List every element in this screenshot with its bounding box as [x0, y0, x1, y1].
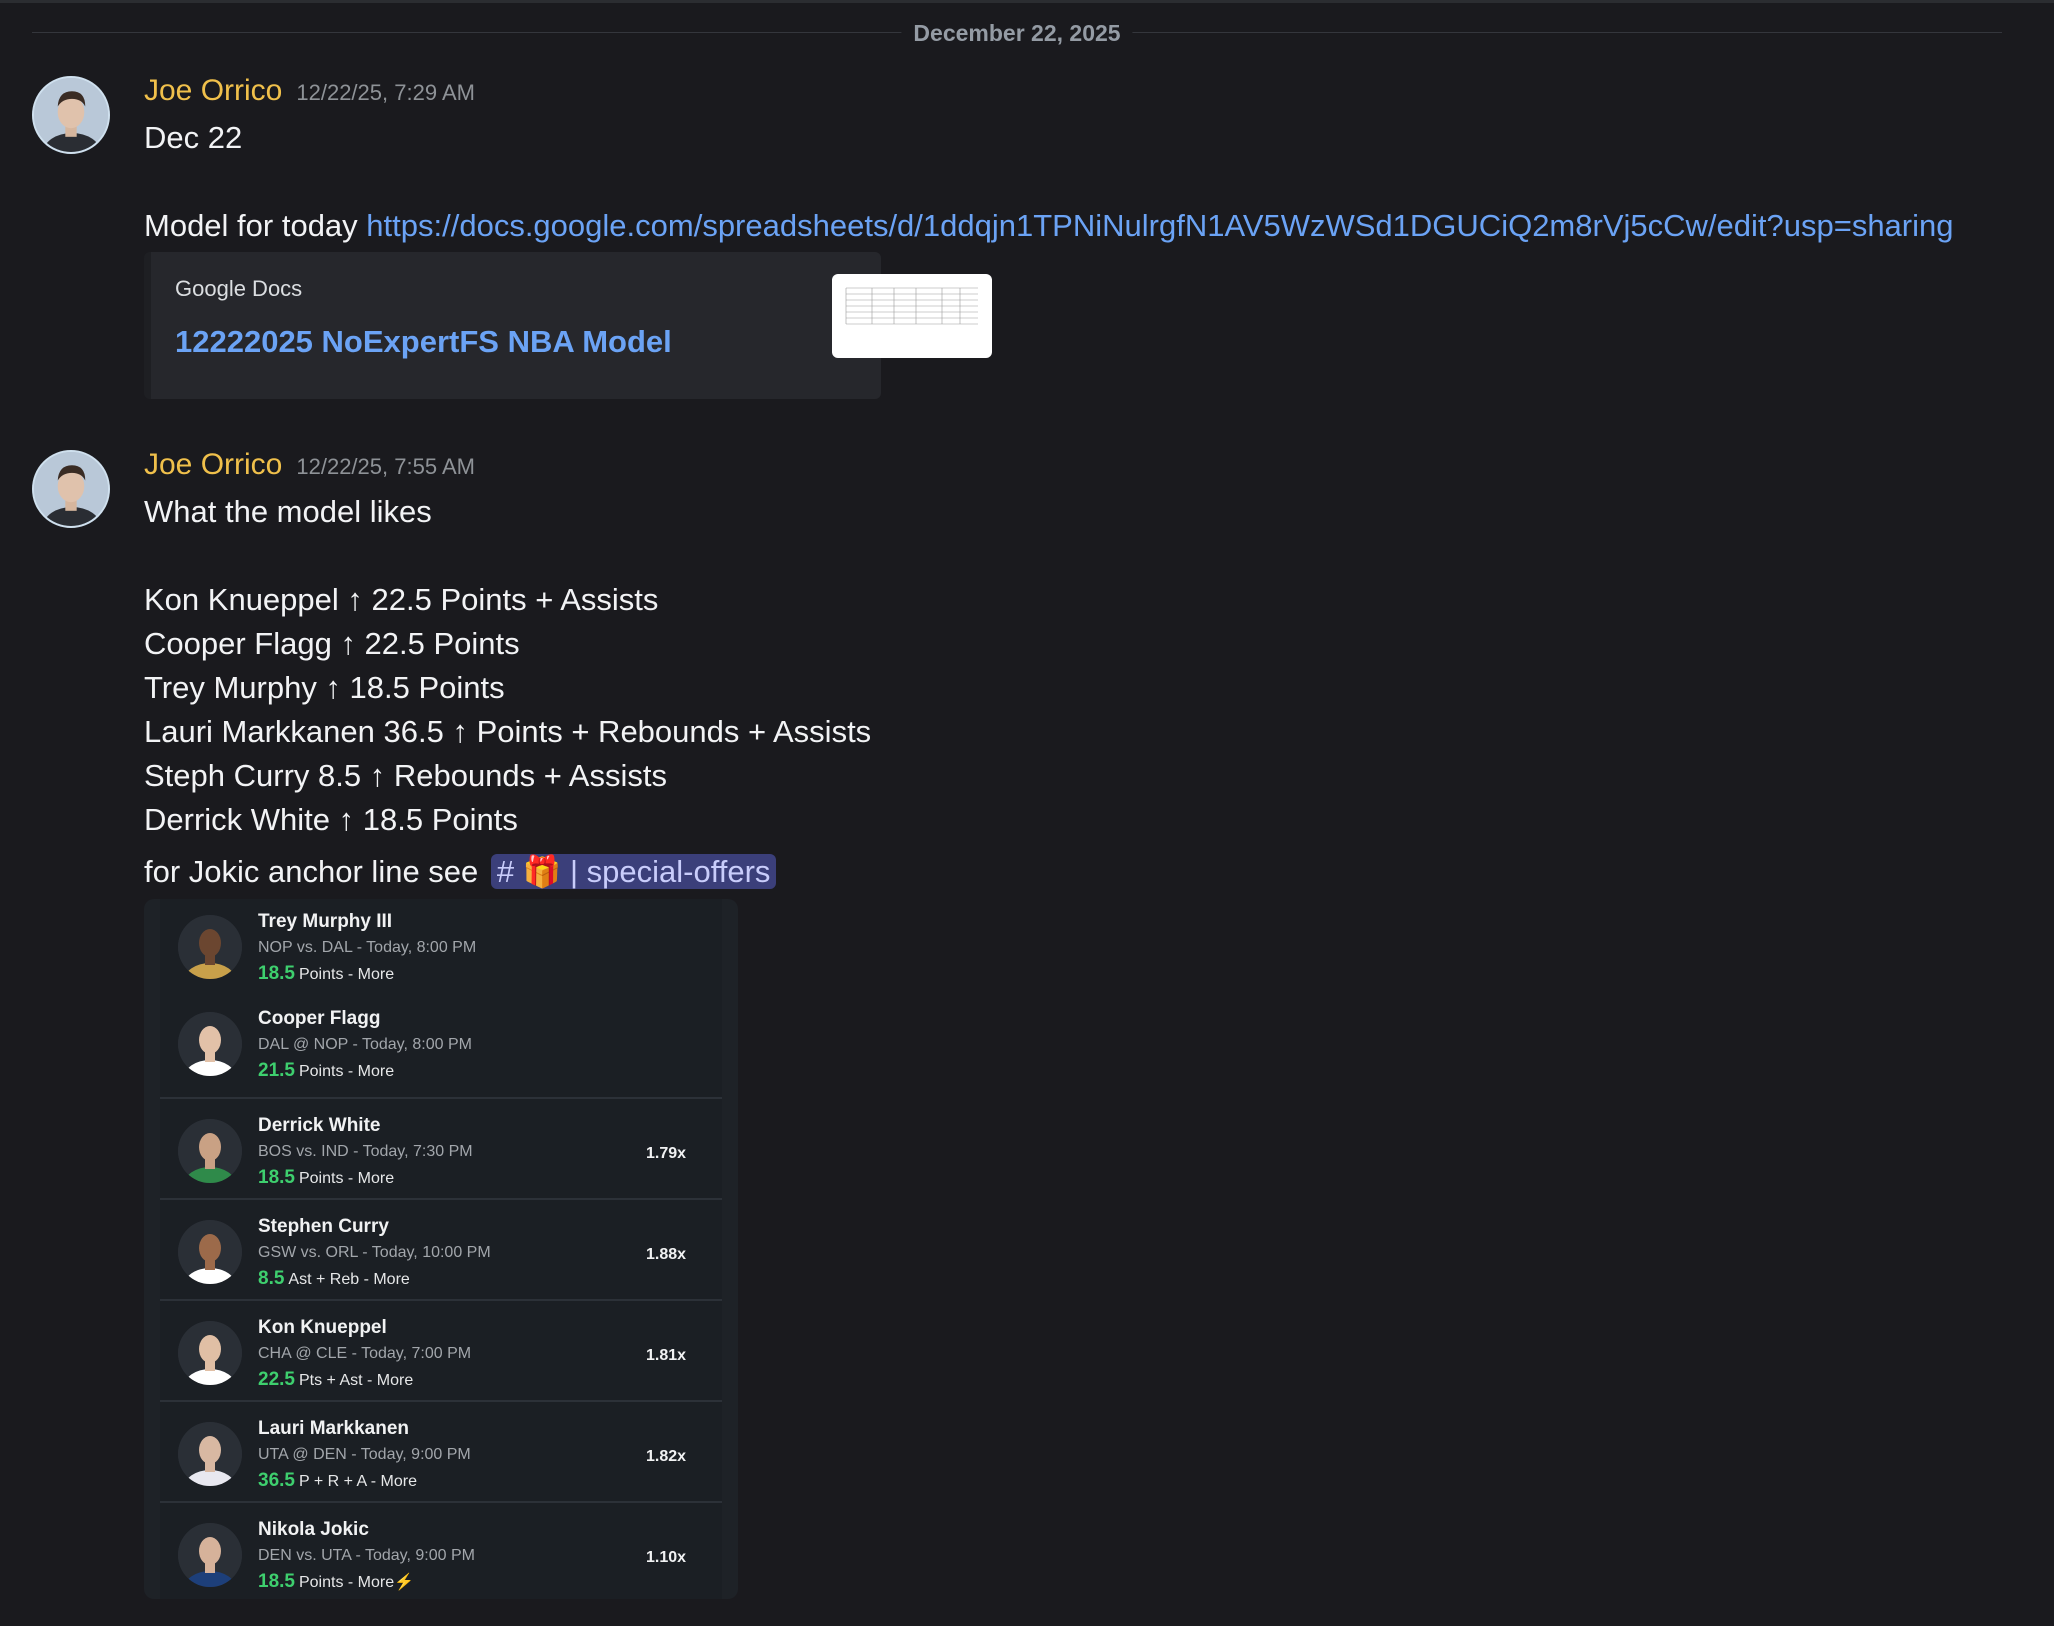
multiplier: 1.79x: [646, 1145, 687, 1162]
game-info: DEN vs. UTA - Today, 9:00 PM: [258, 1547, 475, 1564]
message-text: for Jokic anchor line see # 🎁 | special-…: [144, 852, 777, 892]
message-text-prefix: Model for today: [144, 208, 367, 243]
player-name: Nikola Jokic: [258, 1519, 369, 1540]
prop-value: 18.5: [258, 1167, 295, 1188]
player-headshot-icon: [178, 1220, 242, 1284]
avatar[interactable]: [32, 450, 110, 528]
message-text: Dec 22: [144, 120, 243, 155]
prop-stat: Points - More: [298, 966, 395, 983]
message-header: Joe Orrico 12/22/25, 7:29 AM: [144, 74, 475, 108]
author-name[interactable]: Joe Orrico: [144, 448, 282, 481]
player-headshot: [178, 1523, 242, 1587]
spreadsheet-thumbnail-icon: [845, 287, 978, 325]
embed-title-link[interactable]: 12222025 NoExpertFS NBA Model: [175, 324, 672, 360]
prop-value: 22.5: [258, 1369, 295, 1390]
player-name: Cooper Flagg: [258, 1008, 381, 1029]
timestamp: 12/22/25, 7:55 AM: [296, 454, 475, 479]
prop-line: 18.5 Points - More: [258, 963, 394, 985]
top-border: [0, 0, 2054, 3]
game-info: CHA @ CLE - Today, 7:00 PM: [258, 1345, 472, 1362]
player-headshot: [178, 1220, 242, 1284]
prop-value: 18.5: [258, 963, 295, 984]
multiplier: 1.88x: [646, 1246, 687, 1263]
player-headshot: [178, 915, 242, 979]
pick-row: Derrick White BOS vs. IND - Today, 7:30 P…: [160, 1097, 722, 1197]
pick-row: Trey Murphy III NOP vs. DAL - Today, 8:00…: [160, 899, 722, 999]
pick-row: Cooper Flagg DAL @ NOP - Today, 8:00 PM 21…: [160, 996, 722, 1096]
avatar-portrait-icon: [34, 452, 108, 526]
timestamp: 12/22/25, 7:29 AM: [296, 80, 475, 105]
prop-stat: Pts + Ast - More: [298, 1372, 414, 1389]
pick-line: Steph Curry 8.5 ↑ Rebounds + Assists: [144, 758, 667, 793]
message-text: What the model likes: [144, 494, 432, 529]
player-headshot-icon: [178, 1119, 242, 1183]
picks-card-image[interactable]: Trey Murphy III NOP vs. DAL - Today, 8:00…: [144, 899, 738, 1599]
player-name: Lauri Markkanen: [258, 1418, 409, 1439]
game-info: NOP vs. DAL - Today, 8:00 PM: [258, 939, 477, 956]
game-info: DAL @ NOP - Today, 8:00 PM: [258, 1036, 472, 1053]
pick-line: Kon Knueppel ↑ 22.5 Points + Assists: [144, 582, 659, 617]
pick-row: Kon Knueppel CHA @ CLE - Today, 7:00 PM 22…: [160, 1299, 722, 1399]
player-headshot-icon: [178, 915, 242, 979]
jokic-text: for Jokic anchor line see: [144, 854, 487, 889]
prop-line: 22.5 Pts + Ast - More: [258, 1369, 413, 1391]
player-name: Trey Murphy III: [258, 911, 393, 932]
date-divider: December 22, 2025: [32, 20, 2002, 46]
prop-line: 18.5 Points - More⚡: [258, 1571, 414, 1593]
message-text: Model for today https://docs.google.com/…: [144, 206, 1954, 246]
embed-provider: Google Docs: [175, 276, 303, 301]
prop-value: 18.5: [258, 1571, 295, 1592]
embed-thumbnail[interactable]: [832, 274, 992, 358]
pick-line: Derrick White ↑ 18.5 Points: [144, 802, 518, 837]
game-info: BOS vs. IND - Today, 7:30 PM: [258, 1143, 473, 1160]
prop-stat: Points - More: [298, 1170, 395, 1187]
player-headshot: [178, 1119, 242, 1183]
prop-line: 8.5 Ast + Reb - More: [258, 1268, 410, 1290]
pick-line: Trey Murphy ↑ 18.5 Points: [144, 670, 505, 705]
player-headshot-icon: [178, 1422, 242, 1486]
prop-value: 21.5: [258, 1060, 295, 1081]
pick-line: Cooper Flagg ↑ 22.5 Points: [144, 626, 520, 661]
player-name: Kon Knueppel: [258, 1317, 387, 1338]
pick-row: Lauri Markkanen UTA @ DEN - Today, 9:00 P…: [160, 1400, 722, 1500]
player-headshot-icon: [178, 1321, 242, 1385]
prop-stat: Ast + Reb - More: [288, 1271, 410, 1288]
pick-line: Lauri Markkanen 36.5 ↑ Points + Rebounds…: [144, 714, 872, 749]
player-headshot-icon: [178, 1012, 242, 1076]
player-headshot-icon: [178, 1523, 242, 1587]
divider-date: December 22, 2025: [901, 20, 1133, 46]
prop-stat: Points - More: [298, 1063, 395, 1080]
multiplier: 1.10x: [646, 1549, 687, 1566]
prop-value: 8.5: [258, 1268, 285, 1289]
player-name: Derrick White: [258, 1115, 381, 1136]
link-embed: Google Docs 12222025 NoExpertFS NBA Mode…: [144, 252, 992, 399]
pick-row: Nikola Jokic DEN vs. UTA - Today, 9:00 PM…: [160, 1501, 722, 1599]
multiplier: 1.82x: [646, 1448, 687, 1465]
avatar[interactable]: [32, 76, 110, 154]
prop-line: 21.5 Points - More: [258, 1060, 394, 1082]
prop-value: 36.5: [258, 1470, 295, 1491]
player-headshot: [178, 1422, 242, 1486]
prop-stat: P + R + A - More: [298, 1473, 417, 1490]
channel-mention[interactable]: # 🎁 | special-offers: [490, 854, 777, 889]
player-headshot: [178, 1012, 242, 1076]
prop-line: 36.5 P + R + A - More: [258, 1470, 417, 1492]
author-name[interactable]: Joe Orrico: [144, 74, 282, 107]
player-headshot: [178, 1321, 242, 1385]
pick-row: Stephen Curry GSW vs. ORL - Today, 10:00 …: [160, 1198, 722, 1298]
multiplier: 1.81x: [646, 1347, 687, 1364]
player-name: Stephen Curry: [258, 1216, 389, 1237]
prop-stat: Points - More⚡: [298, 1574, 415, 1591]
spreadsheet-link[interactable]: https://docs.google.com/spreadsheets/d/1…: [366, 208, 1953, 243]
avatar-portrait-icon: [34, 78, 108, 152]
game-info: UTA @ DEN - Today, 9:00 PM: [258, 1446, 471, 1463]
prop-line: 18.5 Points - More: [258, 1167, 394, 1189]
game-info: GSW vs. ORL - Today, 10:00 PM: [258, 1244, 491, 1261]
message-header: Joe Orrico 12/22/25, 7:55 AM: [144, 448, 475, 482]
